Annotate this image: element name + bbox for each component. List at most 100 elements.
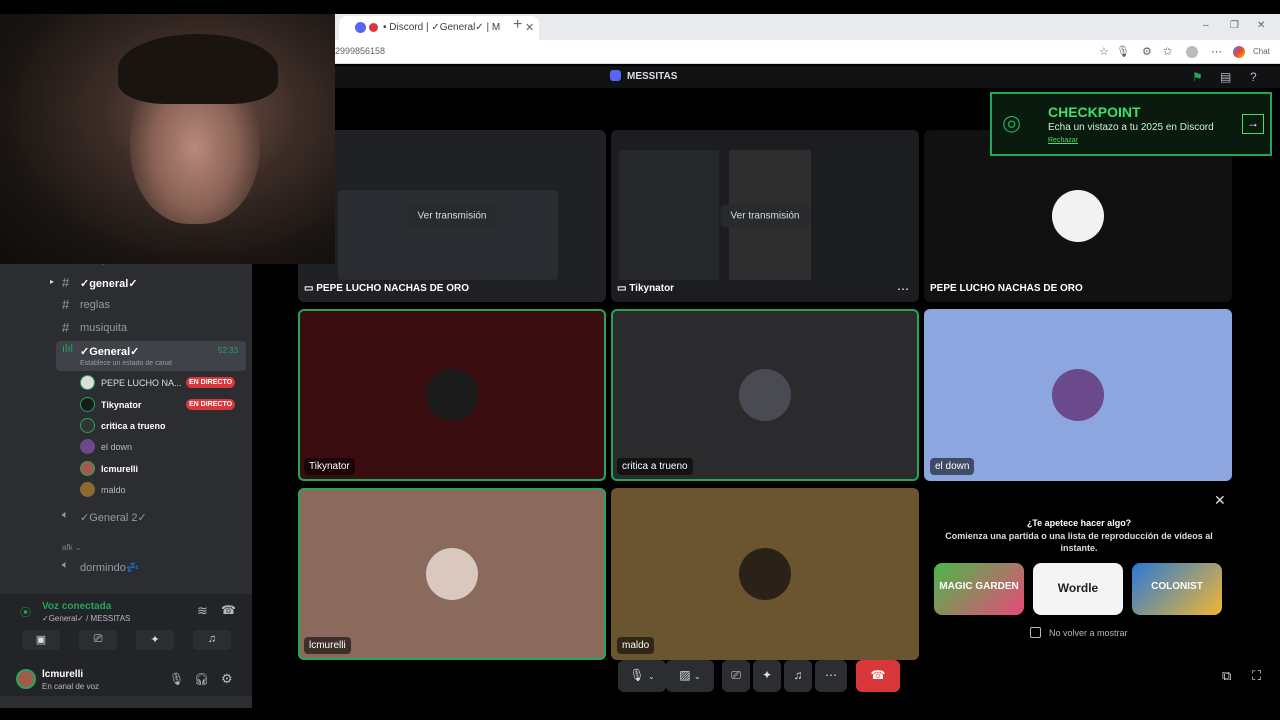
close-tab-icon[interactable]: ✕	[525, 21, 534, 34]
participant-tile[interactable]: Tikynator	[298, 309, 606, 481]
browser-tab[interactable]: • Discord | ✓General✓ | M ✕	[339, 16, 539, 40]
flag-icon[interactable]: ⚑	[1192, 70, 1203, 84]
participant-tile[interactable]: maldo	[611, 488, 919, 660]
close-window-button[interactable]: ✕	[1257, 20, 1265, 31]
camera-off-icon: ▨	[679, 668, 691, 682]
participant-tile[interactable]: critica a trueno	[611, 309, 919, 481]
streamer-hair	[118, 34, 278, 104]
soundboard-button[interactable]: ♫	[784, 660, 812, 692]
checkpoint-banner[interactable]: ◎ CHECKPOINT Echa un vistazo a tu 2025 e…	[990, 92, 1272, 156]
participant-tile[interactable]: el down	[924, 309, 1232, 481]
participant-name: el down	[930, 458, 975, 475]
member-name: lcmurelli	[101, 464, 139, 474]
voice-member[interactable]: PEPE LUCHO NA... EN DIRECTO	[80, 373, 250, 393]
soundboard-button[interactable]: ♫	[193, 630, 231, 650]
voice-channel-general-2[interactable]: 🔈︎ ✓General 2✓	[56, 507, 246, 527]
stream-tile[interactable]: Ver transmisión ▭ PEPE LUCHO NACHAS DE O…	[298, 130, 606, 302]
participant-name: critica a trueno	[617, 458, 693, 475]
address-bar[interactable]: 2999856158 ☆ 🎙 ⚙ ✩ ⋯ Chat	[335, 40, 1280, 64]
new-tab-button[interactable]: +	[513, 16, 522, 34]
voice-channel-general[interactable]: ılıl ✓General✓ 52:33 Establece un estado…	[56, 341, 246, 371]
favorites-icon[interactable]: ✩	[1163, 45, 1172, 58]
minimize-button[interactable]: –	[1203, 20, 1209, 31]
avatar	[739, 548, 791, 600]
game-wordle[interactable]: Wordle	[1033, 563, 1123, 615]
close-icon[interactable]: ✕	[1214, 492, 1226, 509]
discord-favicon-icon	[355, 22, 366, 33]
more-options-icon[interactable]: ⋯	[897, 282, 909, 296]
game-magic-garden[interactable]: MAGIC GARDEN	[934, 563, 1024, 615]
microphone-icon[interactable]: 🎙︎	[169, 672, 184, 686]
stream-preview	[619, 150, 719, 280]
checkbox-label: No volver a mostrar	[1049, 628, 1128, 638]
voice-channel-label: ✓General✓	[80, 346, 140, 358]
letterbox-bottom	[0, 708, 1280, 720]
camera-button[interactable]: ▨ ⌄	[666, 660, 714, 692]
profile-avatar[interactable]	[1186, 46, 1198, 58]
category-afk[interactable]: afk ⌄	[62, 543, 82, 552]
extensions-icon[interactable]: ⚙	[1142, 45, 1152, 58]
stream-preview	[338, 190, 558, 280]
voice-member[interactable]: maldo	[80, 480, 250, 500]
chevron-down-icon[interactable]: ⌄	[694, 672, 701, 681]
more-menu-icon[interactable]: ⋯	[1211, 45, 1222, 58]
fullscreen-icon[interactable]: ⛶	[1252, 668, 1261, 684]
voice-member[interactable]: Tikynator EN DIRECTO	[80, 395, 250, 415]
pop-out-icon[interactable]: ⧉	[1222, 668, 1231, 684]
voice-member[interactable]: el down	[80, 437, 250, 457]
stream-owner: ▭ PEPE LUCHO NACHAS DE ORO	[304, 283, 469, 294]
letterbox-top	[0, 0, 1280, 14]
disconnect-icon[interactable]: ☎	[221, 603, 236, 617]
hang-up-button[interactable]: ☎	[856, 660, 900, 692]
hash-icon: #	[62, 275, 70, 290]
bookmark-star-icon[interactable]: ☆	[1099, 45, 1109, 58]
dont-show-checkbox[interactable]	[1030, 627, 1041, 638]
activities-button[interactable]: ✦	[136, 630, 174, 650]
microphone-icon[interactable]: 🎙	[1116, 45, 1130, 58]
hash-icon: #	[62, 297, 70, 312]
watch-stream-button[interactable]: Ver transmisión	[407, 204, 497, 228]
stream-owner-name: Tikynator	[629, 283, 675, 294]
live-badge: EN DIRECTO	[186, 377, 236, 388]
call-timer: 52:33	[218, 346, 239, 355]
stream-owner: ▭ Tikynator	[617, 283, 674, 294]
screen-share-icon: ▭	[304, 283, 317, 294]
chevron-down-icon[interactable]: ⌄	[648, 672, 655, 681]
member-name: critica a trueno	[101, 421, 166, 431]
screen-share-button[interactable]: ⎚	[722, 660, 750, 692]
microphone-icon: 🎙︎	[629, 668, 645, 682]
channel-label: ✓general✓	[80, 278, 138, 290]
camera-toggle-button[interactable]: ▣	[22, 630, 60, 650]
channel-status-placeholder[interactable]: Establece un estado de canal	[80, 360, 172, 367]
chat-label[interactable]: Chat	[1253, 47, 1270, 56]
stream-tile[interactable]: Ver transmisión ▭ Tikynator ⋯	[611, 130, 919, 302]
restore-button[interactable]: ❐	[1230, 20, 1239, 31]
voice-member[interactable]: lcmurelli	[80, 459, 250, 479]
voice-active-icon: ılıl	[62, 343, 73, 355]
screen-share-button[interactable]: ⎚	[79, 630, 117, 650]
copilot-icon[interactable]	[1233, 46, 1245, 58]
watch-stream-button[interactable]: Ver transmisión	[720, 204, 810, 228]
dismiss-link[interactable]: Rechazar	[1048, 137, 1078, 144]
help-icon[interactable]: ?	[1250, 70, 1257, 84]
member-name: PEPE LUCHO NA...	[101, 378, 182, 388]
inbox-icon[interactable]: ▤	[1220, 70, 1231, 84]
voice-member[interactable]: critica a trueno	[80, 416, 250, 436]
more-options-button[interactable]: ⋯	[815, 660, 847, 692]
channel-musiquita[interactable]: # musiquita	[56, 318, 246, 338]
channel-reglas[interactable]: # reglas	[56, 295, 246, 315]
channel-general[interactable]: # ✓general✓	[56, 273, 246, 293]
noise-suppression-icon[interactable]: ≋	[197, 603, 208, 619]
settings-gear-icon[interactable]: ⚙	[221, 671, 233, 687]
voice-channel-dormindo[interactable]: 🔈︎ dormindo💤	[56, 557, 246, 577]
avatar	[80, 397, 95, 412]
voice-connected-panel: ⦿ Voz conectada ✓General✓ / MESSITAS ≋ ☎	[0, 594, 252, 662]
activities-button[interactable]: ✦	[753, 660, 781, 692]
participant-tile[interactable]: lcmurelli	[298, 488, 606, 660]
headphones-icon[interactable]: 🎧︎	[194, 672, 209, 686]
avatar[interactable]	[16, 669, 36, 689]
mute-mic-button[interactable]: 🎙︎ ⌄	[618, 660, 666, 692]
voice-channel-path[interactable]: ✓General✓ / MESSITAS	[42, 614, 130, 623]
game-colonist[interactable]: COLONIST	[1132, 563, 1222, 615]
arrow-right-icon[interactable]: →	[1242, 114, 1264, 134]
